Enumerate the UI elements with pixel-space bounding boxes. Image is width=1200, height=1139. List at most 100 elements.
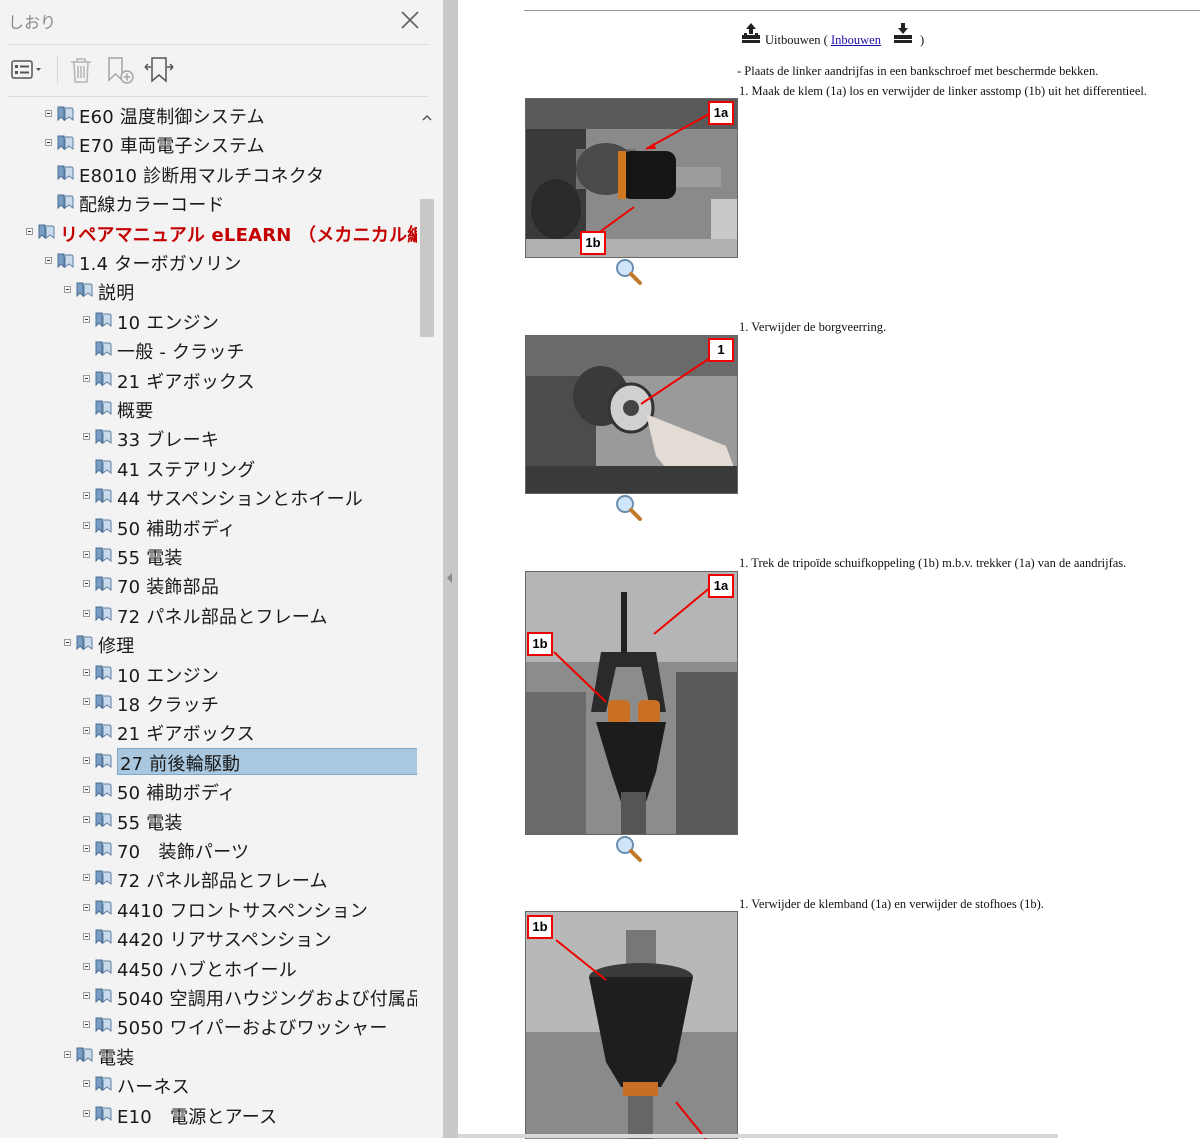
bookmark-tree: E60 温度制御システム E70 車両電子システム E8010 診断用マルチコネクタ… (0, 99, 417, 1138)
horizontal-scrollbar[interactable] (458, 1134, 1058, 1138)
bookmark-item[interactable]: E10 電源とアース (0, 1100, 417, 1129)
expand-toggle-icon[interactable] (83, 845, 90, 852)
bookmark-icon (93, 370, 113, 389)
expand-toggle-icon[interactable] (83, 903, 90, 911)
bookmark-item[interactable]: 5040 空調用ハウジングおよび付属品 (0, 982, 417, 1011)
bookmark-item[interactable]: 4420 リアサスペンション (0, 923, 417, 952)
tree-scrollbar[interactable] (418, 99, 436, 1138)
expand-toggle-icon[interactable] (83, 1021, 90, 1029)
step-text: 1. Verwijder de borgveerring. (739, 320, 887, 334)
callout-label: 1b (527, 632, 553, 656)
expand-toggle-icon[interactable] (64, 639, 71, 647)
trash-icon[interactable] (66, 55, 96, 87)
expand-toggle-icon[interactable] (83, 962, 90, 970)
expand-toggle-icon[interactable] (83, 433, 90, 441)
bookmark-item[interactable]: 55 電装 (0, 541, 417, 570)
bookmark-item[interactable]: 50 補助ボディ (0, 512, 417, 541)
remove-part-icon (742, 23, 760, 43)
expand-toggle-icon[interactable] (83, 756, 90, 764)
expand-toggle-icon[interactable] (83, 1109, 90, 1117)
bookmark-item[interactable]: 70 装飾部品 (0, 570, 417, 599)
expand-toggle-icon[interactable] (45, 139, 52, 147)
list-options-icon[interactable] (10, 55, 46, 87)
chevron-up-icon[interactable] (420, 108, 434, 121)
bookmark-icon (93, 987, 113, 1006)
chevron-left-icon[interactable] (447, 568, 453, 583)
add-bookmark-icon[interactable] (104, 55, 136, 87)
bookmark-item[interactable]: E60 温度制御システム (0, 100, 417, 129)
step-photo (525, 571, 738, 835)
expand-toggle-icon[interactable] (83, 521, 90, 529)
bookmark-item[interactable]: E70 車両電子システム (0, 129, 417, 158)
bookmark-item[interactable]: 55 電装 (0, 806, 417, 835)
expand-toggle-icon[interactable] (83, 609, 90, 617)
bookmark-item[interactable]: 70 装飾パーツ (0, 835, 417, 864)
bookmark-item[interactable]: E8010 診断用マルチコネクタ (0, 159, 417, 188)
expand-toggle-icon[interactable] (83, 727, 90, 735)
bookmark-item[interactable]: 電装 (0, 1041, 417, 1070)
expand-toggle-icon[interactable] (83, 668, 90, 676)
bookmark-label: 27 前後輪駆動 (117, 747, 417, 775)
bookmark-label: 4450 ハブとホイール (117, 959, 297, 981)
close-paren: ) (920, 33, 925, 47)
inbouwen-link[interactable]: Inbouwen (831, 33, 881, 47)
callout-label: 1b (580, 231, 606, 255)
expand-toggle-icon[interactable] (45, 257, 52, 264)
bookmark-item[interactable]: 72 パネル部品とフレーム (0, 864, 417, 893)
scroll-thumb[interactable] (420, 199, 434, 337)
bookmark-item[interactable]: 18 クラッチ (0, 688, 417, 717)
bookmark-label: 5040 空調用ハウジングおよび付属品 (117, 989, 417, 1010)
expand-toggle-icon[interactable] (83, 815, 90, 823)
expand-toggle-icon[interactable] (26, 227, 33, 235)
bookmark-item[interactable]: 一般 - クラッチ (0, 335, 417, 364)
bookmark-item[interactable]: 1.4 ターボガソリン (0, 247, 417, 276)
callout-label: 1a (708, 101, 734, 125)
expand-toggle-icon[interactable] (83, 786, 90, 794)
expand-toggle-icon[interactable] (64, 1050, 71, 1058)
zoom-icon[interactable] (612, 255, 644, 287)
bookmark-icon (93, 428, 113, 447)
expand-toggle-icon[interactable] (45, 110, 52, 117)
bookmark-item[interactable]: ハーネス (0, 1070, 417, 1099)
expand-toggle-icon[interactable] (83, 698, 90, 705)
bookmark-item[interactable]: 21 ギアボックス (0, 365, 417, 394)
bookmark-item[interactable]: 44 サスペンションとホイール (0, 482, 417, 511)
bookmark-item[interactable]: 説明 (0, 276, 417, 305)
zoom-icon[interactable] (612, 491, 644, 523)
bookmark-item[interactable]: 配線カラーコード (0, 188, 417, 217)
bookmark-label: 72 パネル部品とフレーム (117, 606, 328, 628)
expand-toggle-icon[interactable] (83, 315, 90, 323)
expand-toggle-icon[interactable] (83, 933, 90, 941)
bookmark-item[interactable]: 50 補助ボディ (0, 776, 417, 805)
bookmark-icon (55, 105, 75, 124)
bookmark-item[interactable]: 41 ステアリング (0, 453, 417, 482)
bookmark-item[interactable]: 10 エンジン (0, 659, 417, 688)
find-bookmark-icon[interactable] (142, 55, 176, 87)
bookmark-item[interactable]: 4410 フロントサスペンション (0, 894, 417, 923)
expand-toggle-icon[interactable] (83, 374, 90, 382)
bookmark-item[interactable]: 5050 ワイパーおよびワッシャー (0, 1011, 417, 1040)
bookmark-item[interactable]: リペアマニュアル eLEARN （メカニカル編） (0, 218, 417, 247)
bookmark-label: 41 ステアリング (117, 459, 256, 481)
expand-toggle-icon[interactable] (83, 1080, 90, 1088)
zoom-icon[interactable] (612, 832, 644, 864)
expand-toggle-icon[interactable] (83, 580, 90, 588)
close-icon[interactable] (398, 8, 422, 32)
expand-toggle-icon[interactable] (64, 286, 71, 294)
bookmark-item[interactable]: 概要 (0, 394, 417, 423)
panel-splitter[interactable] (443, 0, 458, 1138)
bookmark-item[interactable]: 4450 ハブとホイール (0, 953, 417, 982)
bookmark-item[interactable]: 10 エンジン (0, 306, 417, 335)
separator (8, 96, 428, 97)
bookmark-item[interactable]: 72 パネル部品とフレーム (0, 600, 417, 629)
step-text: 1. Trek de tripoïde schuifkoppeling (1b)… (739, 556, 1127, 570)
bookmark-item[interactable]: 修理 (0, 629, 417, 658)
expand-toggle-icon[interactable] (83, 874, 90, 882)
expand-toggle-icon[interactable] (83, 551, 90, 558)
expand-toggle-icon[interactable] (83, 992, 90, 999)
bookmark-item[interactable]: 27 前後輪駆動 (0, 747, 417, 776)
expand-toggle-icon[interactable] (83, 492, 90, 500)
bookmark-item[interactable]: 21 ギアボックス (0, 717, 417, 746)
bookmark-label: 10 エンジン (117, 665, 220, 687)
bookmark-item[interactable]: 33 ブレーキ (0, 423, 417, 452)
